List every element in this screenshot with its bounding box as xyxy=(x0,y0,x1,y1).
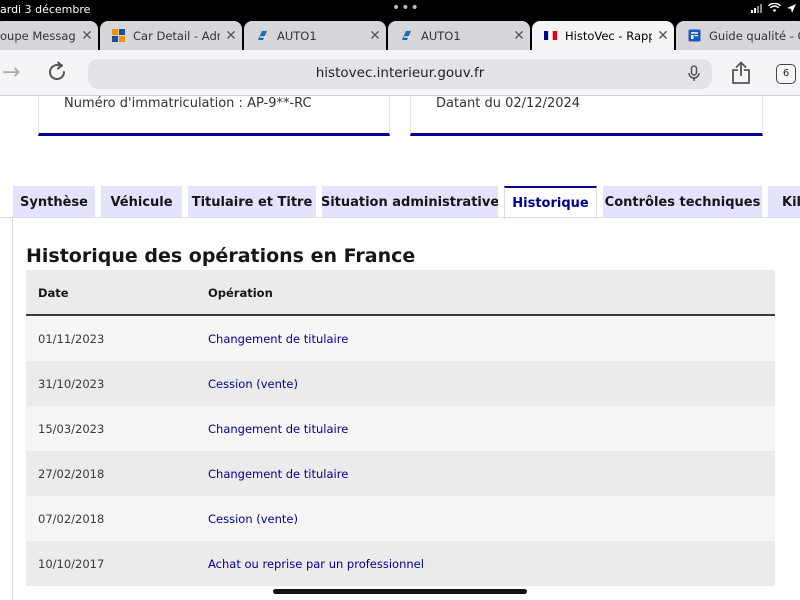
tab-historique[interactable]: Historique xyxy=(504,186,597,219)
row-operation-link[interactable]: Changement de titulaire xyxy=(208,467,348,481)
url-text: histovec.interieur.gouv.fr xyxy=(315,65,485,81)
close-icon[interactable]: ✕ xyxy=(508,28,530,44)
row-date: 07/02/2018 xyxy=(38,512,105,526)
browser-tab-histovec[interactable]: HistoVec - Rapp ✕ xyxy=(532,21,674,50)
browser-tab-strip: oupe Message ✕ Car Detail - Adm ✕ AUTO1 … xyxy=(0,20,800,50)
row-date: 10/10/2017 xyxy=(38,557,105,571)
microphone-icon[interactable] xyxy=(688,65,700,86)
address-bar[interactable]: histovec.interieur.gouv.fr xyxy=(88,59,712,89)
document-icon xyxy=(688,29,701,42)
row-date: 15/03/2023 xyxy=(38,422,105,436)
auto1-logo-icon xyxy=(400,29,413,42)
report-date-card: Datant du 02/12/2024 xyxy=(410,96,763,136)
tab-controles-techniques[interactable]: Contrôles techniques xyxy=(603,186,762,218)
browser-tab-car-detail[interactable]: Car Detail - Adm ✕ xyxy=(100,21,242,50)
history-table: Date Opération 01/11/2023 Changement de … xyxy=(26,270,775,586)
tab-titulaire-et-titre[interactable]: Titulaire et Titre xyxy=(188,186,316,218)
tabs-divider xyxy=(0,217,800,218)
browser-tab-messages[interactable]: oupe Message ✕ xyxy=(0,21,98,50)
browser-tab-label: HistoVec - Rapp xyxy=(565,28,652,43)
browser-tab-label: oupe Message xyxy=(0,28,76,43)
tab-situation-administrative[interactable]: Situation administrative xyxy=(322,186,498,218)
section-tabs: Synthèse Véhicule Titulaire et Titre Sit… xyxy=(0,186,800,219)
tab-kilometrage[interactable]: Kilo xyxy=(768,186,800,218)
status-time: ardi 3 décembre xyxy=(0,3,91,16)
tab-synthese[interactable]: Synthèse xyxy=(13,186,95,218)
table-header: Date Opération xyxy=(26,270,775,316)
share-icon[interactable] xyxy=(731,61,751,90)
browser-tab-label: Guide qualité - C xyxy=(709,28,800,43)
history-title: Historique des opérations en France xyxy=(26,245,416,267)
status-bar: ardi 3 décembre ••• xyxy=(0,0,800,20)
close-icon[interactable]: ✕ xyxy=(364,28,386,44)
row-date: 31/10/2023 xyxy=(38,377,105,391)
report-date: Datant du 02/12/2024 xyxy=(436,96,581,111)
row-operation-link[interactable]: Changement de titulaire xyxy=(208,332,348,346)
browser-tab-label: Car Detail - Adm xyxy=(133,28,220,43)
browser-tab-auto1[interactable]: AUTO1 ✕ xyxy=(244,21,386,50)
browser-toolbar: → histovec.interieur.gouv.fr 6 xyxy=(0,50,800,96)
row-operation-link[interactable]: Cession (vente) xyxy=(208,512,298,526)
close-icon[interactable]: ✕ xyxy=(652,28,674,44)
auto1-logo-icon xyxy=(256,29,269,42)
row-operation-link[interactable]: Achat ou reprise par un professionnel xyxy=(208,557,424,571)
column-header-date: Date xyxy=(38,286,69,300)
registration-number: Numéro d'immatriculation : AP-9**-RC xyxy=(64,96,312,111)
status-icons xyxy=(751,3,796,13)
registration-card: Numéro d'immatriculation : AP-9**-RC xyxy=(38,96,390,136)
browser-tab-label: AUTO1 xyxy=(277,28,317,43)
table-row: 07/02/2018 Cession (vente) xyxy=(26,496,775,541)
tab-overview-button[interactable]: 6 xyxy=(776,64,796,84)
browser-tab-auto1-second[interactable]: AUTO1 ✕ xyxy=(388,21,530,50)
cellular-signal-icon xyxy=(751,3,762,13)
close-icon[interactable]: ✕ xyxy=(76,28,98,44)
close-icon[interactable]: ✕ xyxy=(220,28,242,44)
multitasking-dots[interactable]: ••• xyxy=(392,0,420,16)
reload-icon[interactable] xyxy=(46,61,68,88)
forward-arrow-icon[interactable]: → xyxy=(2,62,20,84)
panel-border xyxy=(12,218,13,600)
table-row: 15/03/2023 Changement de titulaire xyxy=(26,406,775,451)
table-row: 27/02/2018 Changement de titulaire xyxy=(26,451,775,496)
table-row: 10/10/2017 Achat ou reprise par un profe… xyxy=(26,541,775,586)
row-operation-link[interactable]: Changement de titulaire xyxy=(208,422,348,436)
home-indicator[interactable] xyxy=(273,589,527,594)
browser-tab-guide[interactable]: Guide qualité - C xyxy=(676,21,800,50)
wifi-icon xyxy=(768,3,781,12)
row-operation-link[interactable]: Cession (vente) xyxy=(208,377,298,391)
tab-vehicule[interactable]: Véhicule xyxy=(101,186,182,218)
location-icon xyxy=(787,3,796,13)
table-row: 31/10/2023 Cession (vente) xyxy=(26,361,775,406)
grid-logo-icon xyxy=(112,29,125,42)
browser-tab-label: AUTO1 xyxy=(421,28,461,43)
row-date: 27/02/2018 xyxy=(38,467,105,481)
column-header-operation: Opération xyxy=(208,286,273,300)
row-date: 01/11/2023 xyxy=(38,332,105,346)
table-row: 01/11/2023 Changement de titulaire xyxy=(26,316,775,361)
french-flag-icon xyxy=(544,29,557,42)
